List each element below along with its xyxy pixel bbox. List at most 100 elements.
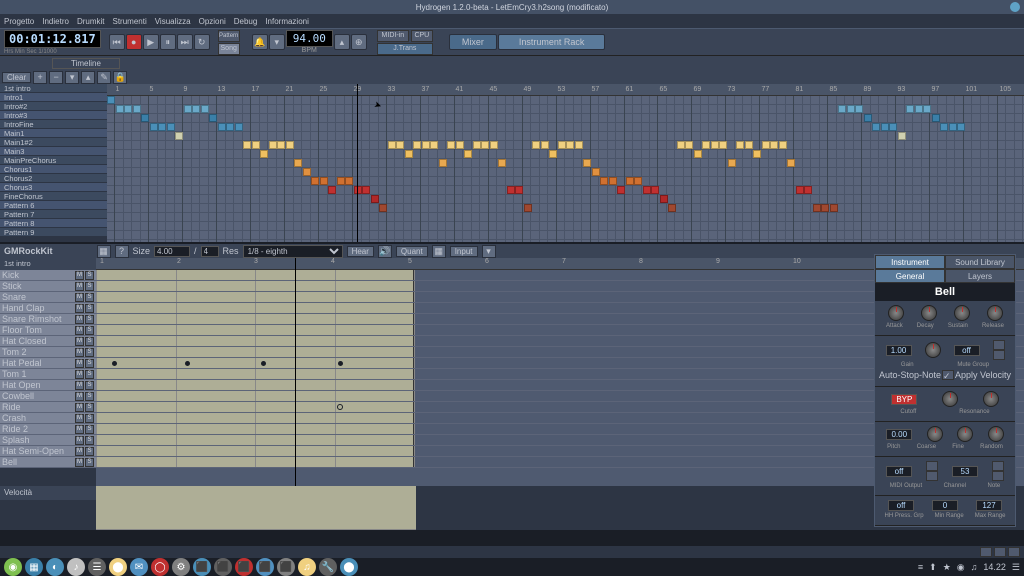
solo-button[interactable]: S: [85, 326, 94, 335]
record-button[interactable]: ●: [126, 34, 142, 50]
random-knob[interactable]: [988, 426, 1004, 442]
song-cell[interactable]: [796, 186, 804, 194]
tray-clock[interactable]: 14.22: [983, 562, 1006, 572]
taskbar-app-icon[interactable]: ⬤: [340, 558, 358, 576]
song-cell[interactable]: [711, 141, 719, 149]
mute-group-value[interactable]: off: [954, 345, 980, 356]
instrument-row[interactable]: Hat ClosedMS: [0, 336, 96, 347]
pattern-row[interactable]: FineChorus: [0, 192, 107, 201]
song-cell[interactable]: [201, 105, 209, 113]
mute-button[interactable]: M: [75, 326, 84, 335]
instrument-row[interactable]: SnareMS: [0, 292, 96, 303]
mute-button[interactable]: M: [75, 304, 84, 313]
song-cell[interactable]: [762, 141, 770, 149]
sound-library-tab[interactable]: Sound Library: [945, 255, 1015, 269]
song-cell[interactable]: [702, 141, 710, 149]
song-cell[interactable]: [549, 150, 557, 158]
jack-transport-button[interactable]: J.Trans: [377, 43, 433, 55]
pattern-tool-2[interactable]: ?: [115, 245, 129, 258]
mute-button[interactable]: M: [75, 414, 84, 423]
mixer-button[interactable]: Mixer: [449, 34, 497, 50]
taskbar-app-icon[interactable]: ⬛: [214, 558, 232, 576]
lock-button[interactable]: 🔒: [113, 71, 127, 84]
song-cell[interactable]: [838, 105, 846, 113]
song-cell[interactable]: [932, 114, 940, 122]
tap-button[interactable]: ⊕: [351, 34, 367, 50]
song-cell[interactable]: [277, 141, 285, 149]
pattern-row[interactable]: Main1: [0, 129, 107, 138]
quant-button[interactable]: Quant: [396, 246, 428, 257]
tray-icon[interactable]: ★: [943, 562, 951, 573]
pattern-row[interactable]: Main1#2: [0, 138, 107, 147]
song-cell[interactable]: [847, 105, 855, 113]
mute-button[interactable]: M: [75, 337, 84, 346]
pattern-row[interactable]: Intro1: [0, 93, 107, 102]
song-cell[interactable]: [813, 204, 821, 212]
song-cell[interactable]: [677, 141, 685, 149]
solo-button[interactable]: S: [85, 414, 94, 423]
pattern-row[interactable]: Pattern 6: [0, 201, 107, 210]
pattern-row[interactable]: Main3: [0, 147, 107, 156]
song-cell[interactable]: [889, 123, 897, 131]
song-grid[interactable]: 1591317212529333741454953576165697377818…: [107, 84, 1024, 242]
song-mode-button[interactable]: Song: [218, 43, 240, 55]
instrument-row[interactable]: Snare RimshotMS: [0, 314, 96, 325]
song-cell[interactable]: [141, 114, 149, 122]
song-cell[interactable]: [821, 204, 829, 212]
loop-button[interactable]: ↻: [194, 34, 210, 50]
input-button[interactable]: Input: [450, 246, 478, 257]
move-down-button[interactable]: ▾: [65, 71, 79, 84]
song-cell[interactable]: [371, 195, 379, 203]
song-cell[interactable]: [218, 123, 226, 131]
pattern-row[interactable]: Chorus2: [0, 174, 107, 183]
mute-button[interactable]: M: [75, 436, 84, 445]
instrument-row[interactable]: Hand ClapMS: [0, 303, 96, 314]
menu-undo[interactable]: Indietro: [42, 17, 69, 26]
taskbar-app-icon[interactable]: ◐: [46, 558, 64, 576]
add-pattern-button[interactable]: +: [33, 71, 47, 84]
song-cell[interactable]: [617, 186, 625, 194]
hh-group-value[interactable]: off: [888, 500, 914, 511]
song-cell[interactable]: [770, 141, 778, 149]
solo-button[interactable]: S: [85, 447, 94, 456]
general-tab[interactable]: General: [875, 269, 945, 283]
song-cell[interactable]: [949, 123, 957, 131]
pattern-row[interactable]: Pattern 7: [0, 210, 107, 219]
rewind-button[interactable]: ⏮: [109, 34, 125, 50]
cutoff-knob[interactable]: [942, 391, 958, 407]
solo-button[interactable]: S: [85, 304, 94, 313]
attack-knob[interactable]: [888, 305, 904, 321]
taskbar-app-icon[interactable]: ▦: [25, 558, 43, 576]
song-cell[interactable]: [600, 177, 608, 185]
song-cell[interactable]: [787, 159, 795, 167]
release-knob[interactable]: [987, 305, 1003, 321]
song-cell[interactable]: [634, 177, 642, 185]
instrument-row[interactable]: Ride 2MS: [0, 424, 96, 435]
input-toggle[interactable]: ▾: [482, 245, 496, 258]
bpm-down-button[interactable]: ▾: [269, 34, 285, 50]
gain-value[interactable]: 1.00: [886, 345, 912, 356]
instrument-tab[interactable]: Instrument: [875, 255, 945, 269]
midi-note-value[interactable]: 53: [952, 466, 978, 477]
song-cell[interactable]: [294, 159, 302, 167]
song-cell[interactable]: [745, 141, 753, 149]
pattern-note[interactable]: [185, 361, 190, 366]
song-cell[interactable]: [124, 105, 132, 113]
instrument-row[interactable]: Hat OpenMS: [0, 380, 96, 391]
song-cell[interactable]: [473, 141, 481, 149]
song-cell[interactable]: [481, 141, 489, 149]
pattern-row[interactable]: Chorus1: [0, 165, 107, 174]
status-btn-1[interactable]: [980, 547, 992, 557]
solo-button[interactable]: S: [85, 370, 94, 379]
solo-button[interactable]: S: [85, 436, 94, 445]
taskbar-app-icon[interactable]: ♫: [298, 558, 316, 576]
size-input[interactable]: [154, 246, 190, 257]
sustain-knob[interactable]: [954, 305, 970, 321]
max-range-value[interactable]: 127: [976, 500, 1002, 511]
remove-pattern-button[interactable]: −: [49, 71, 63, 84]
pattern-row[interactable]: MainPreChorus: [0, 156, 107, 165]
song-cell[interactable]: [864, 114, 872, 122]
solo-button[interactable]: S: [85, 425, 94, 434]
tray-wifi-icon[interactable]: ◉: [957, 562, 965, 573]
song-cell[interactable]: [286, 141, 294, 149]
